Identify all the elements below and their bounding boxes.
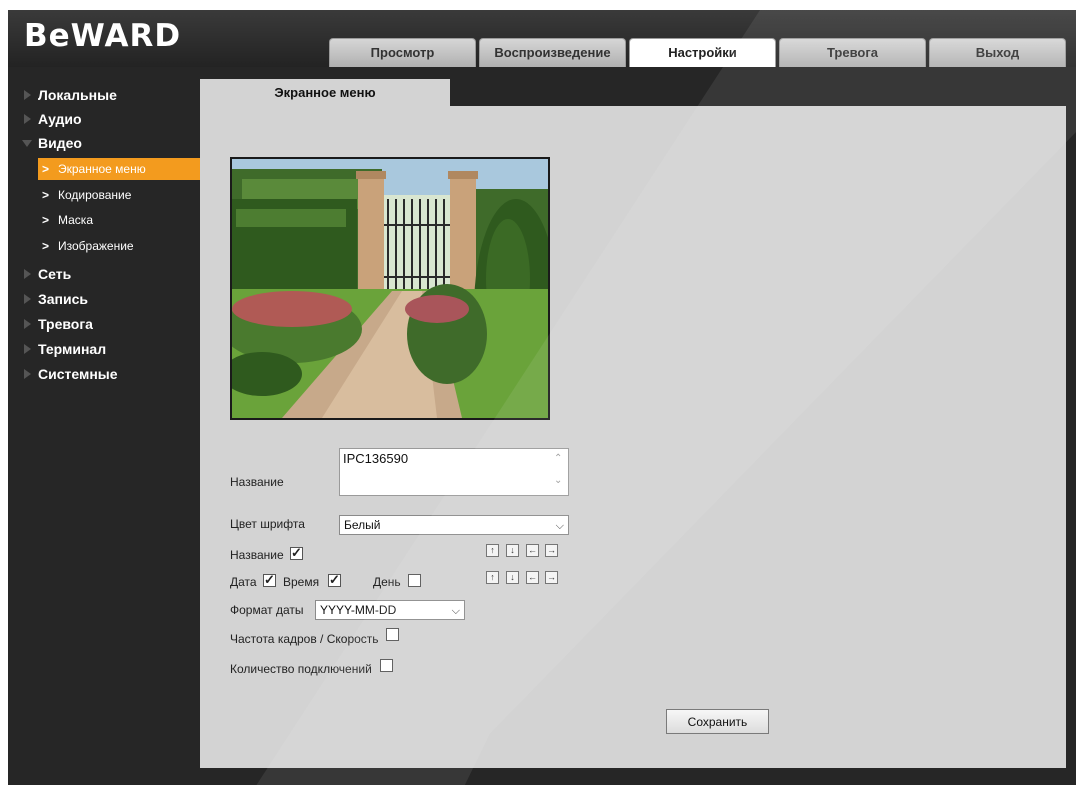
sidebar-item-label: Локальные <box>38 87 117 103</box>
date-move-up-button[interactable]: ↑ <box>486 571 499 584</box>
scroll-up-icon[interactable]: ⌃ <box>554 453 562 464</box>
date-format-label: Формат даты <box>230 603 304 617</box>
day-label: День <box>373 575 401 589</box>
triangle-right-icon <box>24 344 31 354</box>
settings-panel: Название IPC136590 ⌃ ⌄ Цвет шрифта Белый… <box>200 106 1066 768</box>
name-move-up-button[interactable]: ↑ <box>486 544 499 557</box>
preview-image <box>232 159 548 418</box>
connections-checkbox[interactable] <box>380 659 393 672</box>
sidebar-item-label: Тревога <box>38 316 93 332</box>
sidebar-subitem-encoding[interactable]: > Кодирование <box>38 184 200 206</box>
sidebar-item-local[interactable]: Локальные <box>24 87 117 103</box>
time-label: Время <box>283 575 320 589</box>
chevron-down-icon: ⌵ <box>555 520 564 532</box>
name-label: Название <box>230 475 284 489</box>
triangle-right-icon <box>24 294 31 304</box>
chevron-right-icon: > <box>42 188 50 202</box>
show-name-label: Название <box>230 548 284 562</box>
date-checkbox[interactable] <box>263 572 276 588</box>
name-value: IPC136590 <box>343 451 409 466</box>
name-move-down-button[interactable]: ↓ <box>506 544 519 557</box>
font-color-label: Цвет шрифта <box>230 517 305 531</box>
save-button[interactable]: Сохранить <box>666 709 769 734</box>
section-tab-osd[interactable]: Экранное меню <box>200 79 450 107</box>
show-name-checkbox[interactable] <box>290 545 303 561</box>
sidebar-subitem-label: Экранное меню <box>58 162 146 176</box>
tab-settings[interactable]: Настройки <box>629 38 776 67</box>
sidebar-item-recording[interactable]: Запись <box>24 291 89 307</box>
tab-alarm[interactable]: Тревога <box>779 38 926 67</box>
sidebar-item-system[interactable]: Системные <box>24 366 118 382</box>
scroll-down-icon[interactable]: ⌄ <box>554 475 562 486</box>
date-move-left-button[interactable]: ← <box>526 571 539 584</box>
tab-exit[interactable]: Выход <box>929 38 1066 67</box>
triangle-right-icon <box>24 319 31 329</box>
time-checkbox[interactable] <box>328 572 341 588</box>
sidebar-item-terminal[interactable]: Терминал <box>24 341 107 357</box>
sidebar-subitem-mask[interactable]: > Маска <box>38 209 200 231</box>
framerate-checkbox[interactable] <box>386 628 399 641</box>
day-checkbox[interactable] <box>408 574 421 587</box>
triangle-right-icon <box>24 114 31 124</box>
framerate-label: Частота кадров / Скорость <box>230 632 379 646</box>
connections-label: Количество подключений <box>230 662 372 676</box>
sidebar-subitem-label: Кодирование <box>58 188 132 202</box>
chevron-down-icon: ⌵ <box>451 605 460 617</box>
sidebar-item-label: Аудио <box>38 111 82 127</box>
sidebar-subitem-label: Изображение <box>58 239 134 253</box>
tab-playback[interactable]: Воспроизведение <box>479 38 626 67</box>
chevron-right-icon: > <box>42 213 50 227</box>
sidebar-item-label: Запись <box>38 291 89 307</box>
date-move-down-button[interactable]: ↓ <box>506 571 519 584</box>
date-format-select[interactable]: YYYY-MM-DD ⌵ <box>315 600 465 620</box>
header-bar: BeWARD Просмотр Воспроизведение Настройк… <box>8 10 1076 67</box>
textarea-scrollbar[interactable]: ⌃ ⌄ <box>551 449 568 495</box>
font-color-select[interactable]: Белый ⌵ <box>339 515 569 535</box>
tab-view[interactable]: Просмотр <box>329 38 476 67</box>
sidebar-item-alarm[interactable]: Тревога <box>24 316 93 332</box>
chevron-right-icon: > <box>42 162 50 176</box>
sidebar-subitem-image[interactable]: > Изображение <box>38 235 200 257</box>
app-window: BeWARD Просмотр Воспроизведение Настройк… <box>8 10 1076 785</box>
beward-logo: BeWARD <box>24 18 182 54</box>
sidebar-item-video[interactable]: Видео <box>22 135 82 151</box>
chevron-right-icon: > <box>42 239 50 253</box>
sidebar-subitem-osd[interactable]: > Экранное меню <box>38 158 200 180</box>
triangle-right-icon <box>24 369 31 379</box>
sidebar-item-label: Системные <box>38 366 118 382</box>
sidebar-item-network[interactable]: Сеть <box>24 266 72 282</box>
video-preview <box>230 157 550 420</box>
font-color-value: Белый <box>344 518 381 532</box>
date-format-value: YYYY-MM-DD <box>320 603 397 617</box>
date-label: Дата <box>230 575 257 589</box>
sidebar-item-audio[interactable]: Аудио <box>24 111 82 127</box>
triangle-down-icon <box>22 140 32 147</box>
sidebar-item-label: Видео <box>38 135 82 151</box>
sidebar: Локальные Аудио Видео > Экранное меню > Ко… <box>8 67 200 785</box>
date-move-right-button[interactable]: → <box>545 571 558 584</box>
sidebar-item-label: Сеть <box>38 266 72 282</box>
name-move-right-button[interactable]: → <box>545 544 558 557</box>
triangle-right-icon <box>24 269 31 279</box>
triangle-right-icon <box>24 90 31 100</box>
name-textarea[interactable]: IPC136590 ⌃ ⌄ <box>339 448 569 496</box>
sidebar-item-label: Терминал <box>38 341 107 357</box>
sidebar-subitem-label: Маска <box>58 213 93 227</box>
name-move-left-button[interactable]: ← <box>526 544 539 557</box>
